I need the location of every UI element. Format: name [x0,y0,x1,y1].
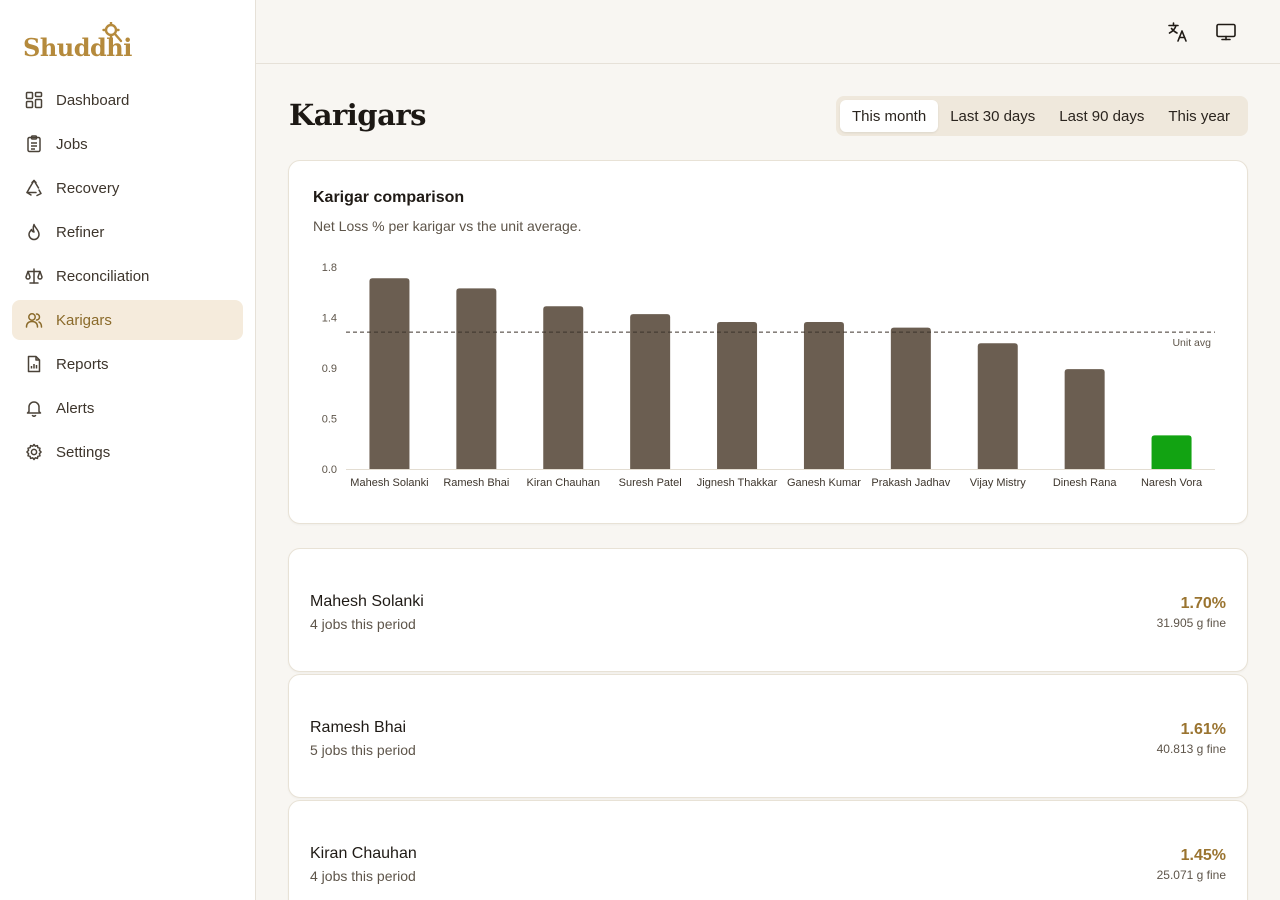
karigar-fine-weight: 25.071 g fine [1156,868,1226,882]
sidebar-item-label: Jobs [56,135,88,153]
karigar-card[interactable]: Kiran Chauhan 4 jobs this period 1.45% 2… [288,800,1248,900]
tab-this-year[interactable]: This year [1156,100,1242,132]
sidebar: Shuddhi Dashboard Jobs Recovery Refiner [0,0,256,900]
karigar-jobs: 4 jobs this period [310,616,416,632]
unit-average-label: Unit avg [1172,337,1211,349]
chart-bar [543,306,584,469]
users-icon [25,311,43,329]
x-tick-label: Vijay Mistry [970,477,1027,489]
x-tick-label: Dinesh Rana [1053,477,1117,489]
x-tick-label: Prakash Jadhav [871,477,950,489]
karigar-name: Mahesh Solanki [310,593,424,610]
x-tick-label: Jignesh Thakkar [697,477,778,489]
karigar-loss-percent: 1.61% [1180,721,1226,738]
chart-bar [890,327,931,469]
karigar-fine-weight: 31.905 g fine [1156,616,1226,630]
logo[interactable]: Shuddhi [23,22,132,60]
bell-icon [25,399,43,417]
sidebar-item-label: Settings [56,443,111,461]
chart-subtitle: Net Loss % per karigar vs the unit avera… [313,218,582,234]
tab-last-90-days[interactable]: Last 90 days [1047,100,1156,132]
sidebar-item-settings[interactable]: Settings [12,432,243,472]
chart-bar [456,288,497,469]
karigar-jobs: 4 jobs this period [310,868,416,884]
karigar-jobs: 5 jobs this period [310,742,416,758]
dashboard-icon [25,91,43,109]
karigar-comparison-chart: 0.0 0.5 0.9 1.4 1.8 Mahesh Solanki Ramesh Bhai… [322,262,1215,489]
translate-icon [1168,22,1187,42]
sidebar-item-reports[interactable]: Reports [12,344,243,384]
karigar-card[interactable]: Mahesh Solanki 4 jobs this period 1.70% … [288,548,1248,672]
chart-bar [803,321,844,469]
x-tick-label: Ramesh Bhai [443,477,509,489]
y-tick-label: 0.0 [322,464,337,476]
x-tick-label: Kiran Chauhan [527,477,600,489]
x-tick-label: Ganesh Kumar [787,477,861,489]
karigar-card[interactable]: Ramesh Bhai 5 jobs this period 1.61% 40.… [288,674,1248,798]
sidebar-item-label: Refiner [56,223,105,241]
x-tick-label: Mahesh Solanki [350,477,428,489]
chart-bar [369,278,410,469]
sidebar-item-label: Recovery [56,179,120,197]
chart-title: Karigar comparison [313,189,465,206]
karigar-comparison-card: 0.0 0.5 0.9 1.4 1.8 Mahesh Solanki Ramesh Bhai… [288,160,1248,524]
y-tick-label: 0.5 [322,414,337,426]
sidebar-item-refiner[interactable]: Refiner [12,212,243,252]
sidebar-nav: Dashboard Jobs Recovery Refiner Reconcil… [12,80,243,476]
x-tick-label: Naresh Vora [1141,477,1203,489]
karigar-loss-percent: 1.70% [1180,595,1226,612]
monitor-icon [1216,23,1236,41]
recycle-icon [25,179,43,197]
chart-bar [717,321,758,469]
sidebar-item-label: Alerts [56,399,95,417]
page-title: Karigars [289,98,426,132]
chart-bar [1064,369,1105,469]
karigar-name: Kiran Chauhan [310,845,417,862]
x-tick-label: Suresh Patel [619,477,682,489]
date-range-tabs: This month Last 30 days Last 90 days Thi… [836,96,1248,136]
chart-bar [630,314,671,469]
y-tick-label: 1.4 [322,313,337,325]
sidebar-item-dashboard[interactable]: Dashboard [12,80,243,120]
sidebar-item-jobs[interactable]: Jobs [12,124,243,164]
sidebar-item-label: Reconciliation [56,267,150,285]
sidebar-item-alerts[interactable]: Alerts [12,388,243,428]
y-tick-label: 1.8 [322,262,337,274]
sidebar-item-recovery[interactable]: Recovery [12,168,243,208]
chart-bar [1151,435,1192,469]
report-icon [25,355,43,373]
topbar [256,0,1280,64]
sidebar-item-reconciliation[interactable]: Reconciliation [12,256,243,296]
display-button[interactable] [1214,20,1238,44]
karigar-fine-weight: 40.813 g fine [1156,742,1226,756]
sidebar-item-label: Karigars [56,311,112,329]
sidebar-item-karigars[interactable]: Karigars [12,300,243,340]
chart-bar [977,343,1018,469]
flame-icon [25,223,43,241]
tab-last-30-days[interactable]: Last 30 days [938,100,1047,132]
sidebar-item-label: Dashboard [56,91,130,109]
scale-icon [25,267,43,285]
logo-gear-icon [102,22,123,43]
y-tick-label: 0.9 [322,363,337,375]
karigar-name: Ramesh Bhai [310,719,407,736]
sidebar-item-label: Reports [56,355,109,373]
clipboard-icon [25,135,43,153]
translate-button[interactable] [1166,20,1190,44]
karigar-loss-percent: 1.45% [1180,847,1226,864]
gear-icon [25,443,43,461]
tab-this-month[interactable]: This month [840,100,939,132]
